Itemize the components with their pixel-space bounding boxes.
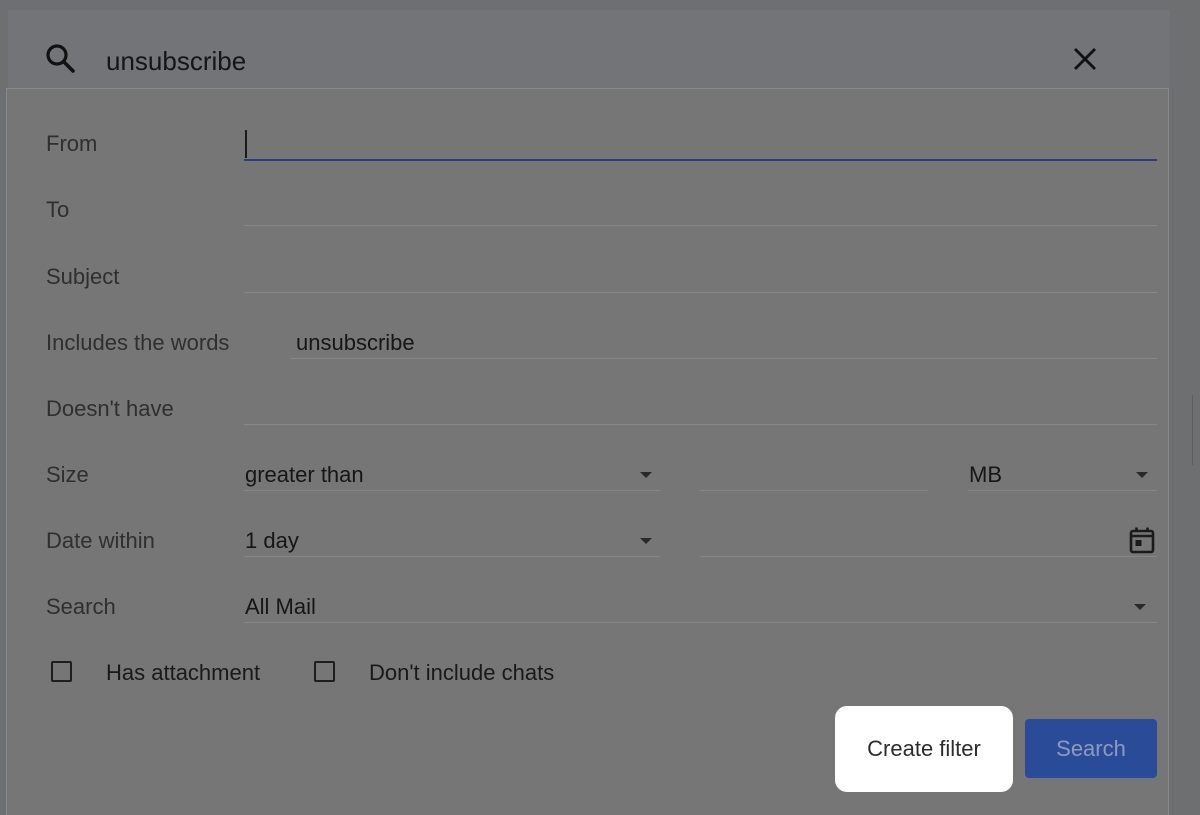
background-edge <box>1192 395 1200 465</box>
size-comparator-value: greater than <box>245 462 364 487</box>
to-label: To <box>46 197 70 222</box>
includes-label: Includes the words <box>46 330 230 355</box>
has-attachment-label: Has attachment <box>106 660 261 685</box>
to-field[interactable] <box>244 189 1157 226</box>
subject-field[interactable] <box>244 256 1157 293</box>
search-icon[interactable] <box>44 42 78 76</box>
search-query-text[interactable]: unsubscribe <box>106 46 246 76</box>
from-label: From <box>46 131 98 156</box>
chevron-down-icon <box>640 538 652 544</box>
date-range-select[interactable]: 1 day <box>244 520 660 557</box>
size-value-field[interactable] <box>700 454 928 491</box>
doesnt-have-label: Doesn't have <box>46 396 174 421</box>
search-scope-label: Search <box>46 594 116 619</box>
date-within-label: Date within <box>46 528 155 553</box>
has-attachment-checkbox[interactable] <box>51 661 72 682</box>
create-filter-button[interactable]: Create filter <box>835 706 1013 792</box>
search-scope-value: All Mail <box>245 594 316 619</box>
size-comparator-select[interactable]: greater than <box>244 454 660 491</box>
chevron-down-icon <box>1136 472 1148 478</box>
date-range-value: 1 day <box>245 528 299 553</box>
close-icon[interactable] <box>1072 46 1098 72</box>
subject-label: Subject <box>46 264 120 289</box>
dont-include-chats-label: Don't include chats <box>369 660 555 685</box>
date-field[interactable] <box>700 520 1157 557</box>
size-unit-select[interactable]: MB <box>968 454 1157 491</box>
includes-value: unsubscribe <box>296 330 415 355</box>
dont-include-chats-checkbox[interactable] <box>314 661 335 682</box>
search-bar: unsubscribe <box>8 10 1170 88</box>
text-cursor <box>245 130 247 158</box>
includes-field[interactable]: unsubscribe <box>290 322 1157 359</box>
doesnt-have-field[interactable] <box>244 388 1157 425</box>
calendar-icon[interactable] <box>1128 526 1156 554</box>
chevron-down-icon <box>640 472 652 478</box>
size-unit-value: MB <box>969 462 1002 487</box>
size-label: Size <box>46 462 89 487</box>
search-scope-select[interactable]: All Mail <box>244 586 1157 623</box>
chevron-down-icon <box>1134 604 1146 610</box>
from-field[interactable] <box>244 123 1157 161</box>
search-button[interactable]: Search <box>1025 719 1157 778</box>
